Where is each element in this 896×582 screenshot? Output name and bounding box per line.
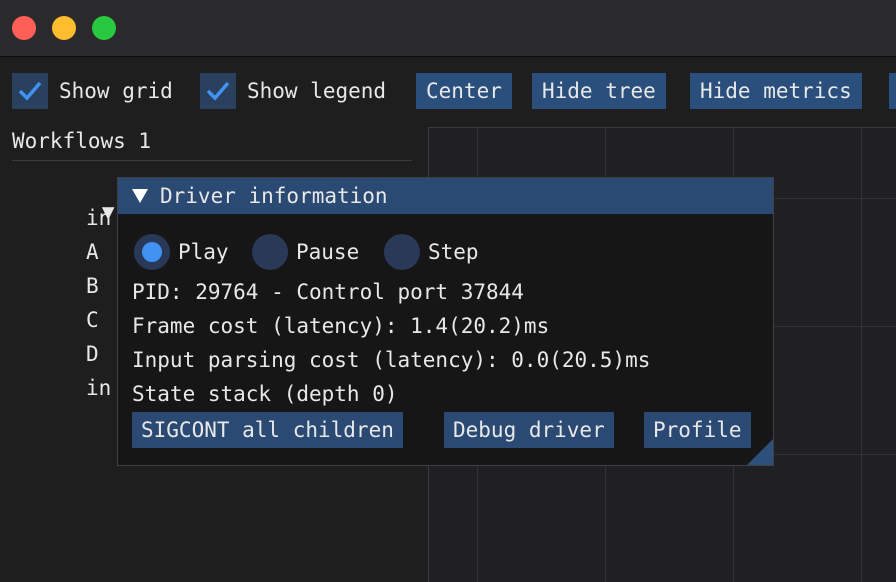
title-bar [0,0,896,57]
driver-information-window: Driver information Play Pause Step PID: … [117,177,774,466]
show-legend-checkbox[interactable]: Show legend [200,73,405,109]
tree-item[interactable]: B [86,272,99,300]
play-radio[interactable] [134,234,170,270]
minimize-window-button[interactable] [52,16,76,40]
driver-information-header[interactable]: Driver information [118,178,773,214]
triangle-down-icon[interactable] [132,189,148,203]
tree-item[interactable]: D [86,340,99,368]
close-window-button[interactable] [12,16,36,40]
state-stack: State stack (depth 0) [132,382,398,406]
workflows-title: Workflows 1 [12,129,152,153]
step-label: Step [428,240,479,264]
pid-line: PID: 29764 - Control port 37844 [132,280,524,304]
app-window: Show grid Show legend Center Hide tree H… [0,0,896,582]
tree-item[interactable]: C [86,306,99,334]
zoom-window-button[interactable] [92,16,116,40]
radio-selected-dot [142,242,162,262]
resize-grip-icon[interactable] [747,439,773,465]
show-legend-check-box[interactable] [200,73,236,109]
show-legend-label: Show legend [247,79,387,103]
grid-line [861,128,862,582]
step-radio[interactable] [384,234,420,270]
tree-item[interactable]: A [86,238,99,266]
hide-tree-button[interactable]: Hide tree [532,73,666,109]
tree-item[interactable]: in [86,374,111,402]
show-grid-check-box[interactable] [12,73,48,109]
checkmark-icon [18,81,42,101]
show-grid-label: Show grid [59,79,173,103]
input-parsing-cost: Input parsing cost (latency): 0.0(20.5)m… [132,348,651,372]
tree-item[interactable]: in [86,204,111,232]
main-content: Show grid Show legend Center Hide tree H… [0,57,896,582]
debug-driver-button[interactable]: Debug driver [444,412,614,448]
play-label: Play [178,240,229,264]
frame-cost: Frame cost (latency): 1.4(20.2)ms [132,314,550,338]
pause-label: Pause [296,240,360,264]
profile-button[interactable]: Profile [644,412,751,448]
checkmark-icon [206,81,230,101]
sigcont-all-children-button[interactable]: SIGCONT all children [132,412,403,448]
hide-metrics-button[interactable]: Hide metrics [690,73,862,109]
pause-radio[interactable] [252,234,288,270]
driver-information-title: Driver information [160,184,388,208]
center-button[interactable]: Center [416,73,512,109]
toolbar-overflow-button[interactable] [889,73,896,109]
show-grid-checkbox[interactable]: Show grid [12,73,192,109]
sidebar-separator [12,160,412,161]
